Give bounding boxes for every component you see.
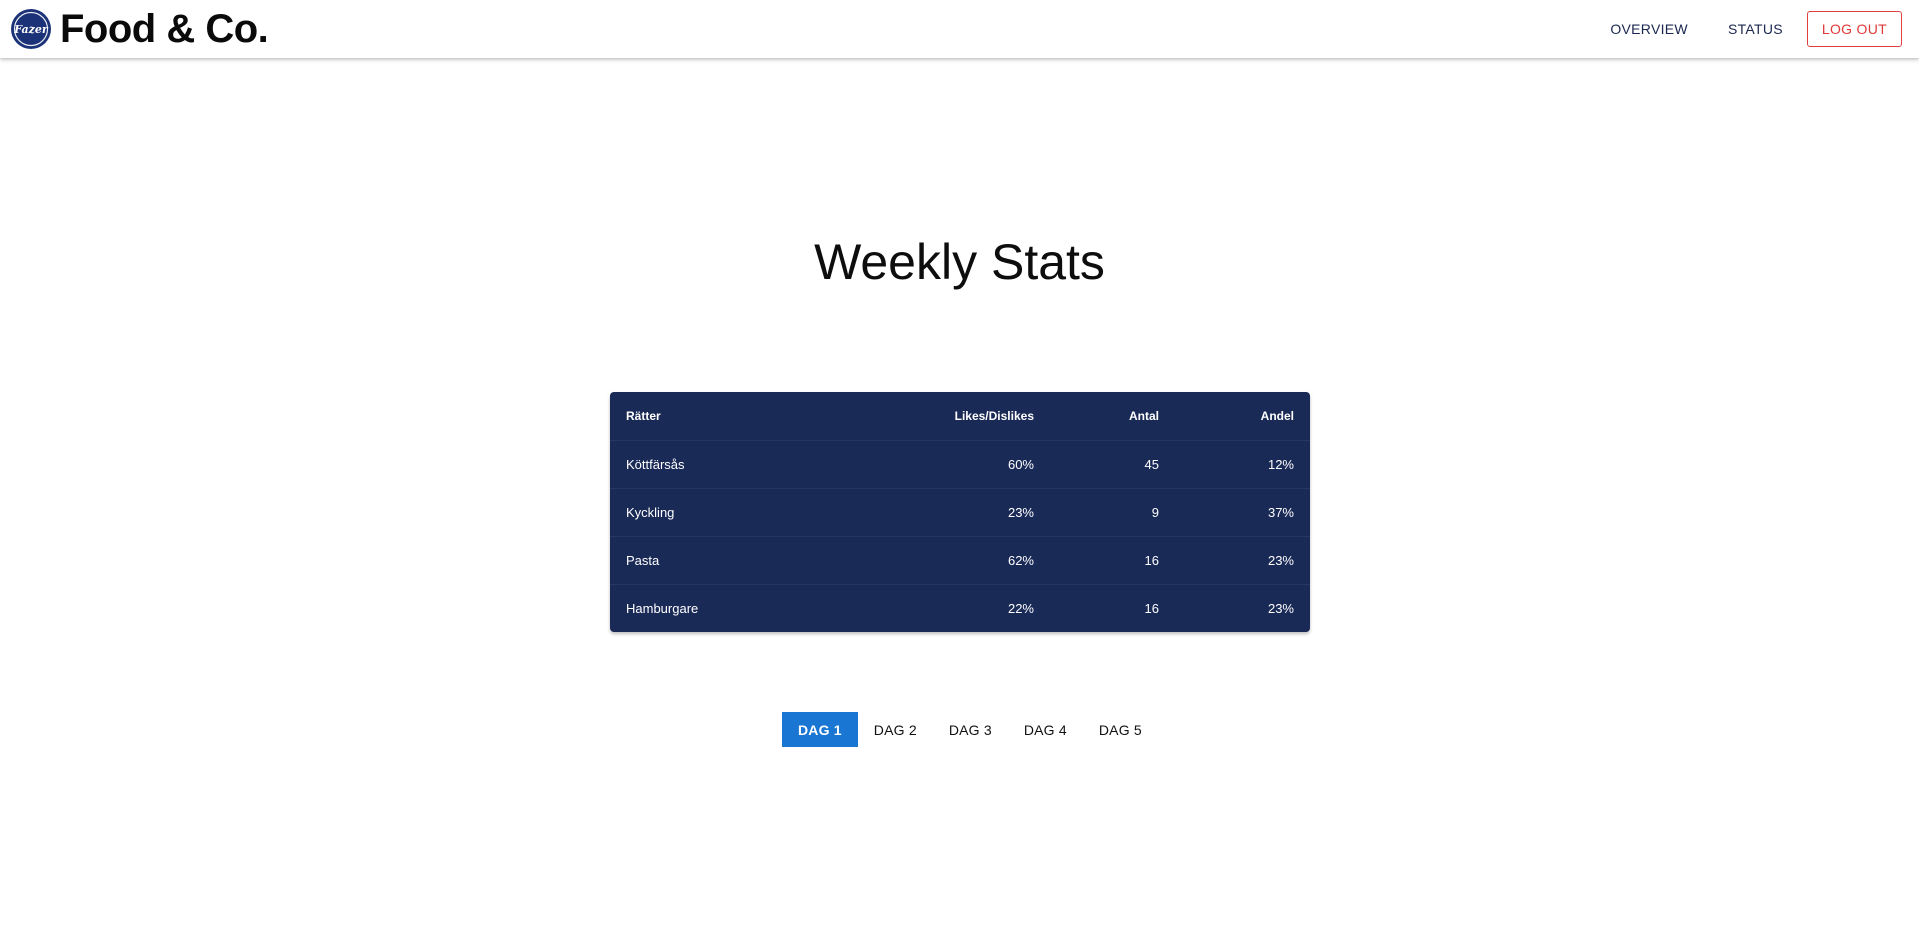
app-bar: Fazer Food & Co. OVERVIEW STATUS LOG OUT: [0, 0, 1919, 58]
day-3-button[interactable]: DAG 3: [933, 712, 1008, 747]
cell-andel: 12%: [1175, 440, 1310, 489]
column-header-likes: Likes/Dislikes: [870, 392, 1050, 441]
nav-overview-button[interactable]: OVERVIEW: [1590, 11, 1708, 47]
cell-dish: Pasta: [610, 536, 870, 585]
table-row: Köttfärsås 60% 45 12%: [610, 440, 1310, 489]
table-row: Kyckling 23% 9 37%: [610, 488, 1310, 537]
cell-dish: Hamburgare: [626, 600, 699, 616]
cell-antal: 9: [1050, 488, 1175, 537]
cell-andel: 37%: [1175, 488, 1310, 537]
brand[interactable]: Fazer Food & Co.: [11, 7, 269, 51]
day-5-button[interactable]: DAG 5: [1083, 712, 1158, 747]
day-toggle-group: DAG 1 DAG 2 DAG 3 DAG 4 DAG 5: [782, 712, 1158, 747]
fazer-logo: Fazer: [11, 9, 51, 49]
cell-antal: 16: [1050, 536, 1175, 585]
fazer-logo-icon: Fazer: [12, 10, 50, 48]
nav-status-button[interactable]: STATUS: [1708, 11, 1803, 47]
logo-text: Fazer: [13, 23, 49, 36]
cell-antal: 45: [1050, 440, 1175, 489]
column-header-antal: Antal: [1050, 392, 1175, 441]
brand-title: Food & Co.: [60, 7, 269, 51]
day-2-button[interactable]: DAG 2: [858, 712, 933, 747]
cell-antal: 16: [1144, 600, 1159, 616]
cell-likes: 22%: [1007, 600, 1034, 616]
cell-dish: Köttfärsås: [610, 440, 870, 489]
table-row: Hamburgare 22% 16 23%: [610, 584, 1310, 632]
table-header-row: Rätter Likes/Dislikes Antal Andel: [610, 392, 1310, 441]
day-4-button[interactable]: DAG 4: [1008, 712, 1083, 747]
cell-likes: 60%: [870, 440, 1050, 489]
cell-andel: 23%: [1267, 600, 1294, 616]
cell-likes: 23%: [870, 488, 1050, 537]
stats-table-card: Rätter Likes/Dislikes Antal Andel Köttfä…: [610, 392, 1310, 632]
stats-table: Rätter Likes/Dislikes Antal Andel Köttfä…: [610, 392, 1310, 632]
column-header-ratter: Rätter: [610, 392, 870, 441]
column-header-andel: Andel: [1175, 392, 1310, 441]
cell-likes: 62%: [870, 536, 1050, 585]
logout-button[interactable]: LOG OUT: [1806, 11, 1902, 47]
page-title: Weekly Stats: [814, 234, 1105, 290]
cell-andel: 23%: [1175, 536, 1310, 585]
table-row: Pasta 62% 16 23%: [610, 536, 1310, 585]
day-1-button[interactable]: DAG 1: [782, 712, 858, 747]
cell-dish: Kyckling: [610, 488, 870, 537]
top-nav: OVERVIEW STATUS LOG OUT: [1590, 11, 1902, 47]
